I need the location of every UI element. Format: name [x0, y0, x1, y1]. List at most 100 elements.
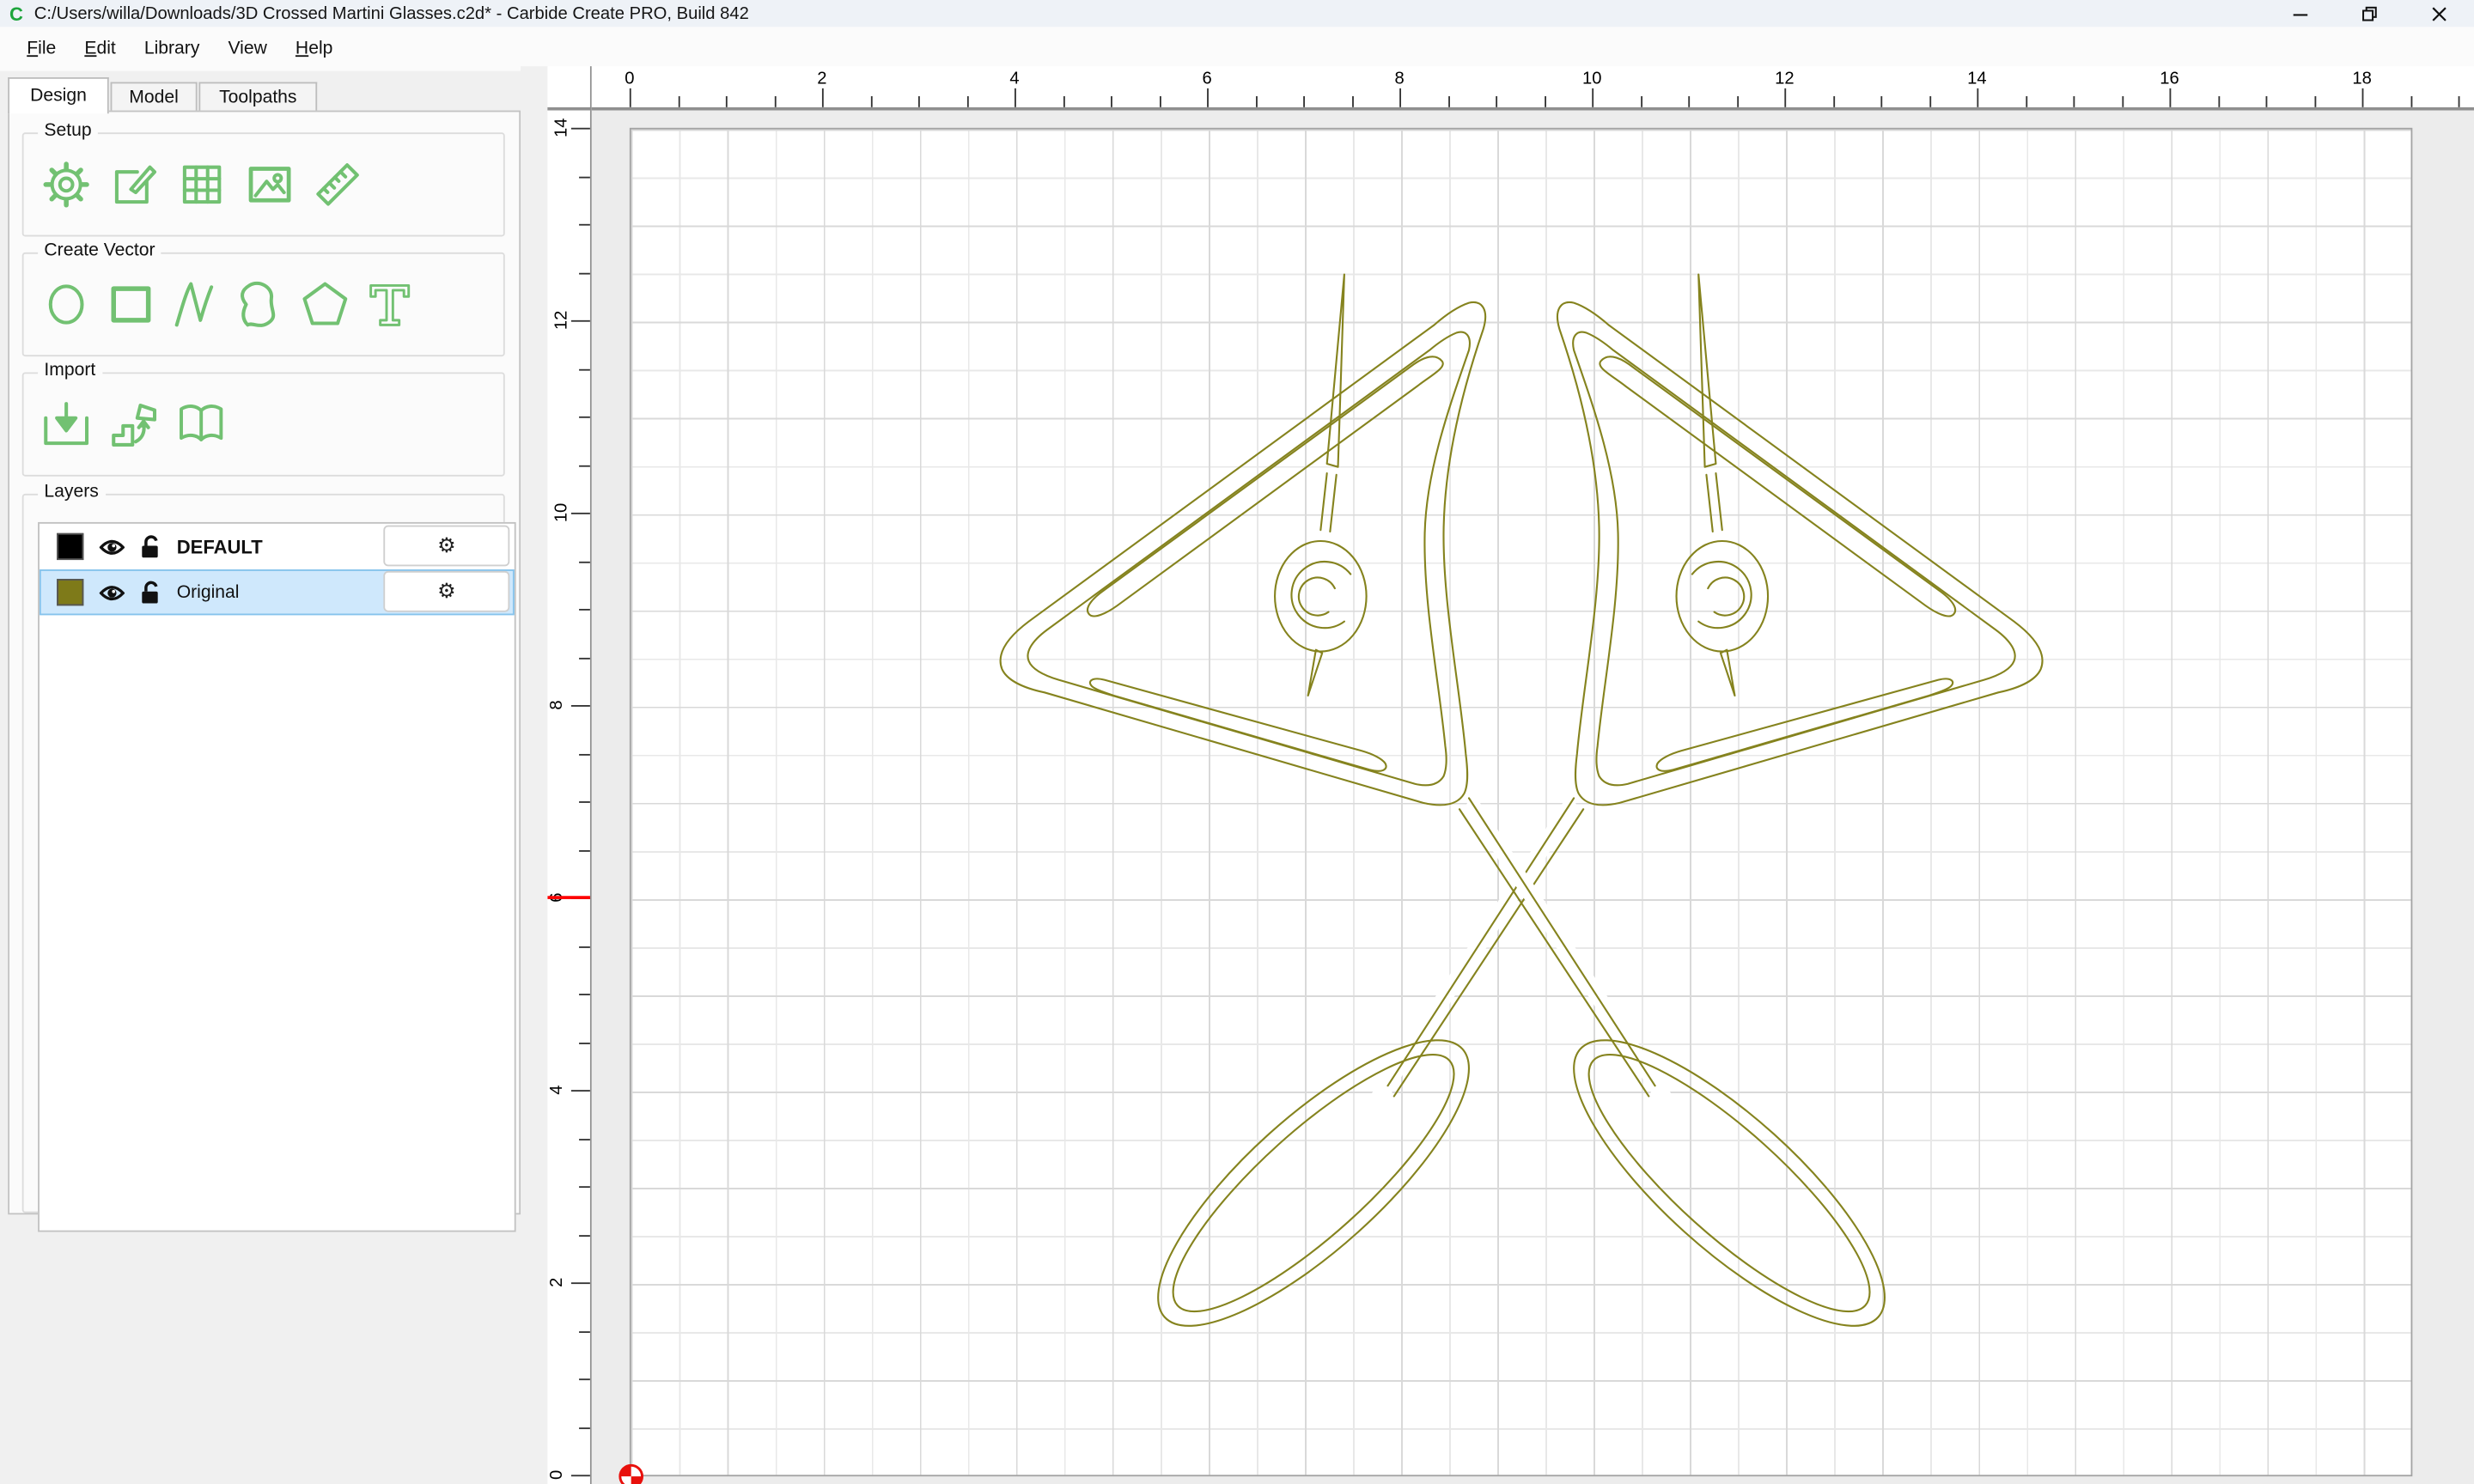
tab-design[interactable]: Design	[8, 77, 109, 113]
ruler-tick	[579, 994, 590, 995]
ruler-tick	[579, 753, 590, 755]
ruler-tick	[1929, 96, 1930, 107]
job-setup-gear-icon[interactable]	[40, 158, 92, 211]
create-vector-group-label: Create Vector	[38, 241, 161, 260]
polyline-tool-icon[interactable]	[169, 277, 222, 331]
import-file-icon[interactable]	[40, 398, 92, 451]
menu-item-view[interactable]: View	[214, 27, 281, 70]
minimize-button[interactable]	[2266, 0, 2336, 27]
ruler-tick	[2362, 88, 2364, 107]
close-button[interactable]	[2404, 0, 2474, 27]
drawing-viewport[interactable]	[592, 111, 2474, 1484]
curve-tool-icon[interactable]	[234, 277, 286, 331]
ruler-label: 6	[1202, 70, 1211, 88]
unlock-icon[interactable]	[140, 535, 162, 559]
ruler-label: 14	[552, 119, 571, 137]
ruler-tick	[2314, 96, 2316, 107]
ruler-tick	[822, 88, 824, 107]
menu-item-edit[interactable]: Edit	[70, 27, 130, 70]
ruler-tick	[1447, 96, 1449, 107]
stock-material[interactable]	[630, 128, 2413, 1476]
ruler-tick	[579, 657, 590, 659]
ruler-tick	[579, 849, 590, 851]
ruler-tick	[579, 176, 590, 178]
ruler-label: 0	[547, 1470, 566, 1480]
menu-item-file[interactable]: File	[13, 27, 70, 70]
ruler-tick	[2218, 96, 2220, 107]
eye-visible-icon[interactable]	[100, 537, 125, 556]
design-library-icon[interactable]	[175, 398, 228, 451]
ruler-tick	[1544, 96, 1545, 107]
app-logo-icon: C	[9, 4, 23, 23]
horizontal-ruler: 024681012141618	[592, 66, 2474, 110]
layer-color-swatch[interactable]	[57, 533, 83, 560]
ruler-tick	[966, 96, 968, 107]
ruler-label: 12	[1775, 70, 1795, 88]
ruler-tick	[2073, 96, 2075, 107]
ruler-tick	[1592, 88, 1593, 107]
ruler-label: 0	[625, 70, 634, 88]
layer-settings-gear-button[interactable]: ⚙	[383, 526, 509, 567]
polygon-tool-icon[interactable]	[298, 277, 350, 331]
ruler-tick	[579, 561, 590, 563]
ruler-tick	[571, 705, 590, 707]
ruler-tick	[1303, 96, 1305, 107]
ruler-tick	[1736, 96, 1738, 107]
grid-settings-icon[interactable]	[175, 158, 228, 211]
ruler-tick	[571, 1090, 590, 1092]
ruler-tick	[571, 1475, 590, 1476]
ruler-tick	[1496, 96, 1497, 107]
layer-name: Original	[177, 583, 240, 602]
ruler-label: 10	[552, 503, 571, 522]
measure-ruler-icon[interactable]	[311, 158, 363, 211]
restore-button[interactable]	[2335, 0, 2404, 27]
ruler-tick	[1880, 96, 1882, 107]
tab-model[interactable]: Model	[111, 82, 198, 113]
background-image-icon[interactable]	[243, 158, 296, 211]
eye-visible-icon[interactable]	[100, 583, 125, 602]
ruler-tick	[1255, 96, 1257, 107]
ruler-tick	[579, 417, 590, 418]
create-vector-group: Create Vector	[22, 252, 505, 356]
circle-tool-icon[interactable]	[40, 277, 92, 331]
ruler-tick	[579, 368, 590, 370]
layer-color-swatch[interactable]	[57, 579, 83, 605]
ruler-tick	[678, 96, 679, 107]
ruler-tick	[1399, 88, 1401, 107]
text-tool-icon[interactable]	[363, 277, 415, 331]
martini-glasses-drawing[interactable]	[631, 130, 2415, 1478]
ruler-tick	[1784, 88, 1786, 107]
ruler-tick	[2170, 88, 2172, 107]
trace-image-icon[interactable]	[107, 398, 160, 451]
layer-settings-gear-button[interactable]: ⚙	[383, 571, 509, 612]
rectangle-tool-icon[interactable]	[104, 277, 156, 331]
ruler-tick	[2121, 96, 2123, 107]
edit-document-icon[interactable]	[107, 158, 160, 211]
canvas-area: 024681012141618 02468101214	[521, 66, 2474, 1484]
ruler-corner	[547, 66, 591, 110]
ruler-tick	[579, 224, 590, 226]
ruler-label: 12	[552, 311, 571, 330]
tab-toolpaths[interactable]: Toolpaths	[198, 82, 317, 113]
ruler-tick	[579, 272, 590, 274]
layer-row-original[interactable]: Original ⚙	[40, 569, 515, 615]
import-group-label: Import	[38, 362, 102, 380]
ruler-tick	[1688, 96, 1690, 107]
ruler-tick	[1063, 96, 1064, 107]
ruler-tick	[571, 1282, 590, 1284]
ruler-label: 8	[547, 700, 566, 709]
ruler-label: 4	[1009, 70, 1019, 88]
layer-list[interactable]: DEFAULT⚙ Original ⚙	[38, 522, 516, 1232]
ruler-tick	[774, 96, 776, 107]
ruler-tick	[579, 1330, 590, 1332]
ruler-tick	[1640, 96, 1642, 107]
menu-item-help[interactable]: Help	[281, 27, 347, 70]
ruler-tick	[579, 1426, 590, 1428]
unlock-icon[interactable]	[140, 581, 162, 605]
vertical-ruler: 02468101214	[547, 111, 591, 1484]
layer-row-default[interactable]: DEFAULT⚙	[40, 524, 515, 569]
menu-item-library[interactable]: Library	[130, 27, 214, 70]
ruler-tick	[571, 320, 590, 322]
ruler-label: 18	[2352, 70, 2371, 88]
window-controls	[2266, 0, 2474, 27]
